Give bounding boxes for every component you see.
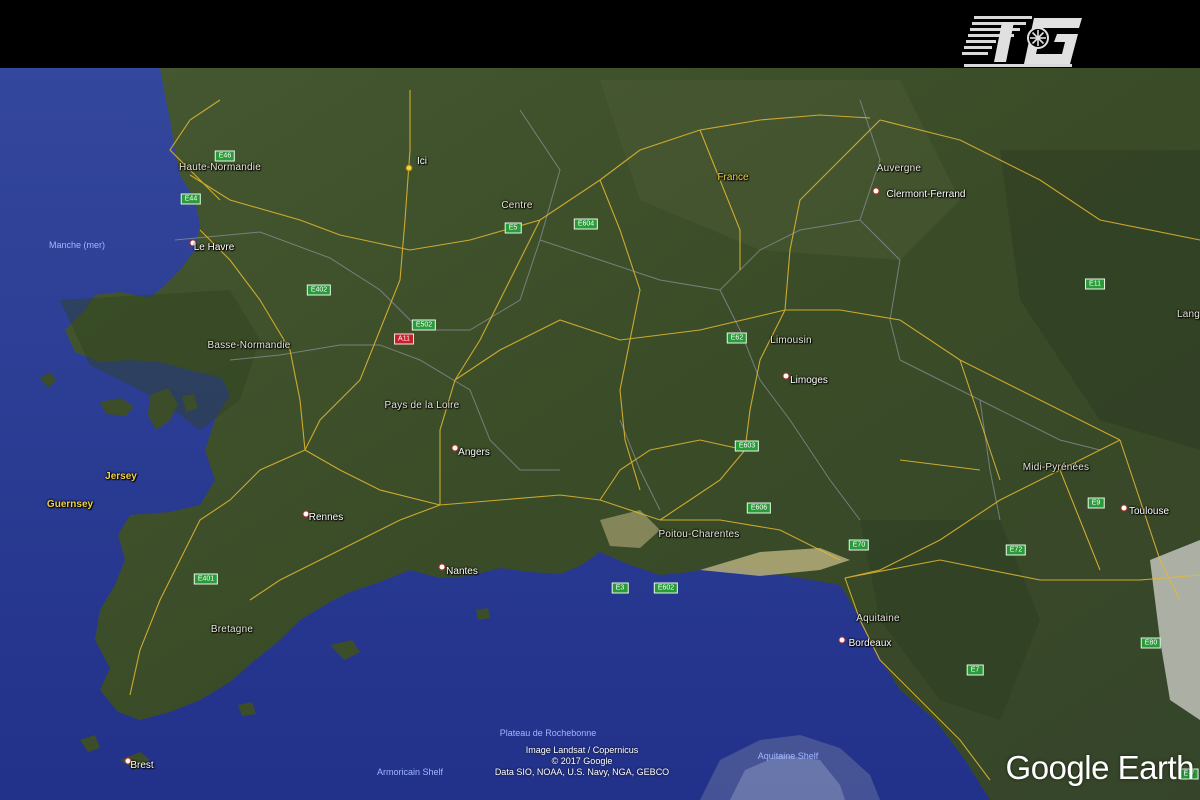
road-shield-e80: E80 <box>1140 637 1162 649</box>
region-label-haute-normandie: Haute-Normandie <box>179 162 261 173</box>
google-earth-watermark: Google Earth <box>1005 749 1195 786</box>
island-label-guernsey: Guernsey <box>46 499 94 510</box>
road-shield-e606: E606 <box>746 502 772 514</box>
imagery-attribution: Image Landsat / Copernicus © 2017 Google… <box>462 745 702 778</box>
region-label-basse-normandie: Basse-Normandie <box>207 340 291 351</box>
region-label-midi-pyrenees: Midi-Pyrénées <box>1022 462 1090 473</box>
city-label-rennes: Rennes <box>308 512 344 523</box>
road-shield-e502: E502 <box>411 319 437 331</box>
city-dot-ici <box>405 164 413 172</box>
city-dot-limoges <box>782 372 790 380</box>
road-shield-e3: E3 <box>611 582 629 594</box>
city-dot-nantes <box>438 563 446 571</box>
city-label-ici: Ici <box>417 156 427 167</box>
road-shield-e7: E7 <box>966 664 984 676</box>
region-label-aquitaine: Aquitaine <box>856 613 900 624</box>
attribution-line-1: Image Landsat / Copernicus <box>525 745 639 755</box>
road-shield-e604: E604 <box>573 218 599 230</box>
city-label-angers: Angers <box>458 447 490 458</box>
road-shield-e44: E44 <box>180 193 202 205</box>
region-label-poitou-charentes: Poitou-Charentes <box>658 529 740 540</box>
region-label-pays-de-la-loire: Pays de la Loire <box>384 400 460 411</box>
attribution-line-2: © 2017 Google <box>551 756 613 766</box>
road-shield-e62: E62 <box>726 332 748 344</box>
satellite-map <box>0 68 1200 800</box>
city-dot-clermont-ferrand <box>872 187 880 195</box>
city-label-toulouse: Toulouse <box>1128 506 1170 517</box>
region-label-bretagne: Bretagne <box>210 624 254 635</box>
island-label-jersey: Jersey <box>105 471 137 482</box>
map-view[interactable]: Haute-Normandie Basse-Normandie Centre P… <box>0 68 1200 800</box>
city-dot-bordeaux <box>838 636 846 644</box>
road-shield-e602: E602 <box>653 582 679 594</box>
region-label-auvergne: Auvergne <box>876 163 922 174</box>
road-shield-e603: E603 <box>734 440 760 452</box>
attribution-line-3: Data SIO, NOAA, U.S. Navy, NGA, GEBCO <box>494 767 670 777</box>
region-label-limousin: Limousin <box>770 335 812 346</box>
city-label-le-havre: Le Havre <box>193 242 235 253</box>
road-shield-e72: E72 <box>1005 544 1027 556</box>
road-shield-e70: E70 <box>848 539 870 551</box>
region-label-languedoc: Languedoc <box>1177 309 1200 320</box>
city-dot-toulouse <box>1120 504 1128 512</box>
country-label-france: France <box>717 172 749 183</box>
water-label-manche: Manche (mer) <box>48 240 106 250</box>
top-bar <box>0 0 1200 68</box>
city-label-clermont-ferrand: Clermont-Ferrand <box>886 189 966 200</box>
road-shield-e401: E401 <box>193 573 219 585</box>
road-shield-e5: E5 <box>504 222 522 234</box>
city-label-brest: Brest <box>130 760 154 771</box>
road-shield-e9: E9 <box>1087 497 1105 509</box>
road-shield-e11: E11 <box>1085 278 1105 290</box>
city-label-limoges: Limoges <box>790 375 828 386</box>
tg-logo <box>962 16 1082 67</box>
road-shield-a11: A11 <box>394 333 414 345</box>
city-label-nantes: Nantes <box>446 566 478 577</box>
road-shield-e46: E46 <box>214 150 236 162</box>
water-label-aquitaine-shelf: Aquitaine Shelf <box>757 751 819 761</box>
city-label-bordeaux: Bordeaux <box>848 638 892 649</box>
region-label-centre: Centre <box>501 200 533 211</box>
water-label-armoricain-shelf: Armoricain Shelf <box>376 767 444 777</box>
water-label-plateau-de-rochebonne: Plateau de Rochebonne <box>499 728 597 738</box>
road-shield-e402: E402 <box>306 284 332 296</box>
